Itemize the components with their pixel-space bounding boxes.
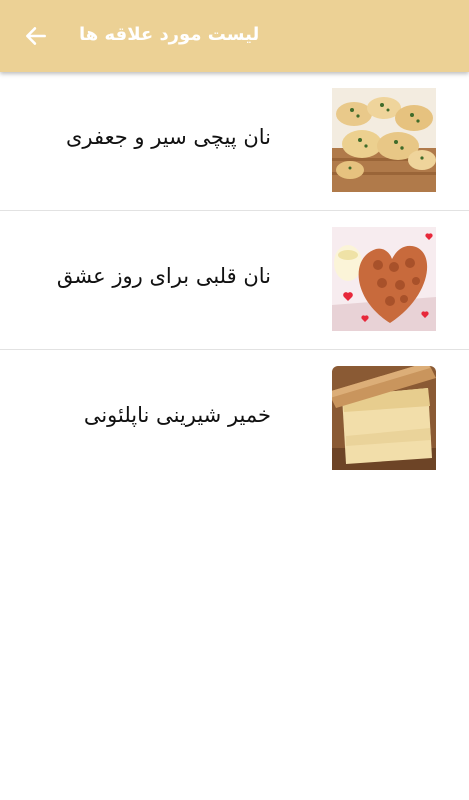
puff-pastry-dough-image <box>332 366 436 470</box>
app-bar: لیست مورد علاقه ها <box>0 0 469 72</box>
list-item-title: خمیر شیرینی ناپلئونی <box>83 403 271 427</box>
list-item[interactable]: نان پیچی سیر و جعفری <box>0 72 469 211</box>
heart-bread-image <box>332 227 436 331</box>
list-item-title: نان قلبی برای روز عشق <box>56 264 271 288</box>
arrow-left-icon <box>26 27 46 45</box>
favorites-list: نان پیچی سیر و جعفری نان قلبی برای روز ع… <box>0 72 469 488</box>
page-title: لیست مورد علاقه ها <box>79 24 260 45</box>
list-item-title: نان پیچی سیر و جعفری <box>65 125 271 149</box>
back-button[interactable] <box>18 18 54 54</box>
list-item[interactable]: نان قلبی برای روز عشق <box>0 211 469 350</box>
garlic-parsley-rolls-image <box>332 88 436 192</box>
list-item[interactable]: خمیر شیرینی ناپلئونی <box>0 350 469 488</box>
